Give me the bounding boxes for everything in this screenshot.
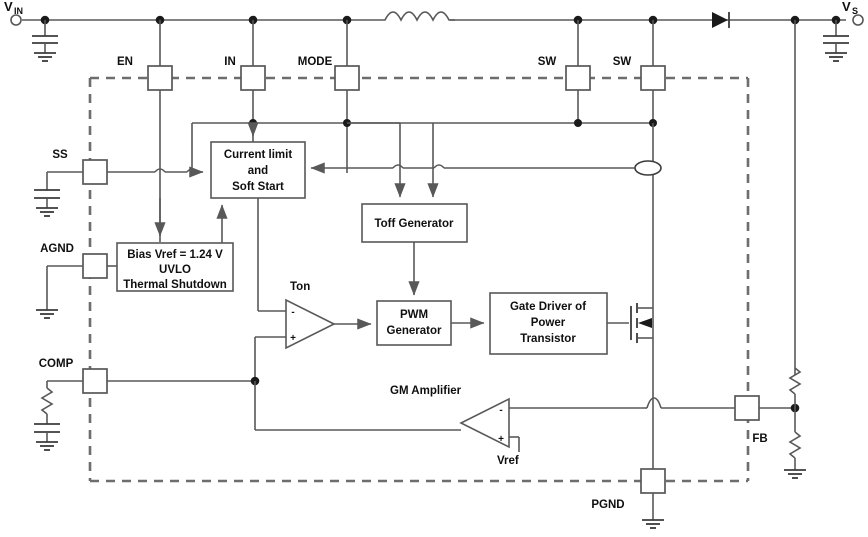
block-bias-vref: Bias Vref = 1.24 V UVLO Thermal Shutdown bbox=[116, 242, 234, 292]
pin-sw-1[interactable]: SW bbox=[538, 56, 591, 91]
block-bias-line-2: Thermal Shutdown bbox=[123, 279, 227, 291]
pin-sw-2[interactable]: SW bbox=[613, 56, 666, 91]
vin-label-sub: IN bbox=[14, 6, 23, 16]
block-gate-line-0: Gate Driver of bbox=[510, 301, 586, 313]
block-current-limit-line-2: Soft Start bbox=[232, 181, 284, 193]
block-bias-line-1: UVLO bbox=[159, 264, 191, 276]
pin-fb[interactable]: FB bbox=[734, 395, 800, 445]
pin-in[interactable]: IN bbox=[224, 56, 266, 91]
pin-ss[interactable]: SS bbox=[34, 149, 108, 217]
block-current-limit-line-0: Current limit bbox=[224, 149, 293, 161]
block-gate-line-1: Power bbox=[531, 317, 566, 329]
pin-en-label: EN bbox=[117, 56, 133, 68]
ton-plus-sign: + bbox=[290, 333, 296, 344]
power-mosfet bbox=[630, 295, 654, 343]
block-gate-driver: Gate Driver of Power Transistor bbox=[489, 292, 608, 355]
gm-amplifier-label: GM Amplifier bbox=[390, 385, 462, 397]
pin-comp-label: COMP bbox=[39, 358, 74, 370]
block-current-limit: Current limit and Soft Start bbox=[210, 141, 306, 199]
block-bias-line-0: Bias Vref = 1.24 V bbox=[127, 249, 223, 261]
block-gate-line-2: Transistor bbox=[520, 333, 576, 345]
block-toff-line-0: Toff Generator bbox=[374, 218, 454, 230]
pin-agnd[interactable]: AGND bbox=[36, 243, 117, 319]
vin-terminal bbox=[10, 14, 22, 26]
pin-comp[interactable]: COMP bbox=[34, 358, 108, 451]
block-diagram-canvas: V IN V S EN IN MODE SW SW SS AGND COMP C… bbox=[0, 0, 868, 537]
block-pwm-generator: PWM Generator bbox=[376, 300, 452, 346]
vin-rail bbox=[10, 14, 864, 26]
ss-feed bbox=[107, 166, 204, 178]
pin-ss-label: SS bbox=[52, 149, 68, 161]
block-pwm-line-0: PWM bbox=[400, 309, 428, 321]
vs-terminal bbox=[852, 14, 864, 26]
circuit-svg: V IN V S EN IN MODE SW SW SS AGND COMP C… bbox=[4, 0, 864, 529]
output-capacitor bbox=[823, 20, 849, 62]
ton-comparator: Ton - + bbox=[254, 198, 372, 381]
pin-pgnd-label: PGND bbox=[591, 499, 624, 511]
pin-in-label: IN bbox=[224, 56, 236, 68]
vs-label-base: V bbox=[842, 0, 851, 14]
ton-label: Ton bbox=[290, 281, 310, 293]
pin-fb-label: FB bbox=[752, 433, 767, 445]
fb-feedback-wire bbox=[645, 397, 735, 409]
pin-pgnd[interactable]: PGND bbox=[591, 468, 666, 529]
vs-label: V S bbox=[842, 0, 858, 16]
gm-minus-sign: - bbox=[499, 405, 502, 416]
current-sense-feedback bbox=[310, 160, 662, 176]
vin-label-base: V bbox=[4, 0, 13, 14]
input-capacitor bbox=[32, 20, 58, 62]
block-current-limit-line-1: and bbox=[248, 165, 268, 177]
pin-en[interactable]: EN bbox=[117, 56, 173, 91]
current-sense-icon bbox=[634, 160, 662, 176]
vref-label: Vref bbox=[497, 455, 519, 467]
vin-label: V IN bbox=[4, 0, 23, 16]
block-toff-generator: Toff Generator bbox=[361, 203, 468, 243]
gm-amplifier: GM Amplifier - + Vref bbox=[390, 385, 645, 467]
block-pwm-line-1: Generator bbox=[387, 325, 442, 337]
pin-sw-1-label: SW bbox=[538, 56, 557, 68]
pin-mode-label: MODE bbox=[298, 56, 333, 68]
ton-minus-sign: - bbox=[291, 307, 294, 318]
pin-mode[interactable]: MODE bbox=[298, 56, 360, 91]
gm-plus-sign: + bbox=[498, 434, 504, 445]
rectifier-diode bbox=[712, 12, 730, 28]
pin-sw-2-label: SW bbox=[613, 56, 632, 68]
boost-inductor bbox=[380, 11, 455, 22]
fb-resistor-divider bbox=[784, 367, 806, 479]
vs-label-sub: S bbox=[852, 6, 858, 16]
pin-agnd-label: AGND bbox=[40, 243, 74, 255]
